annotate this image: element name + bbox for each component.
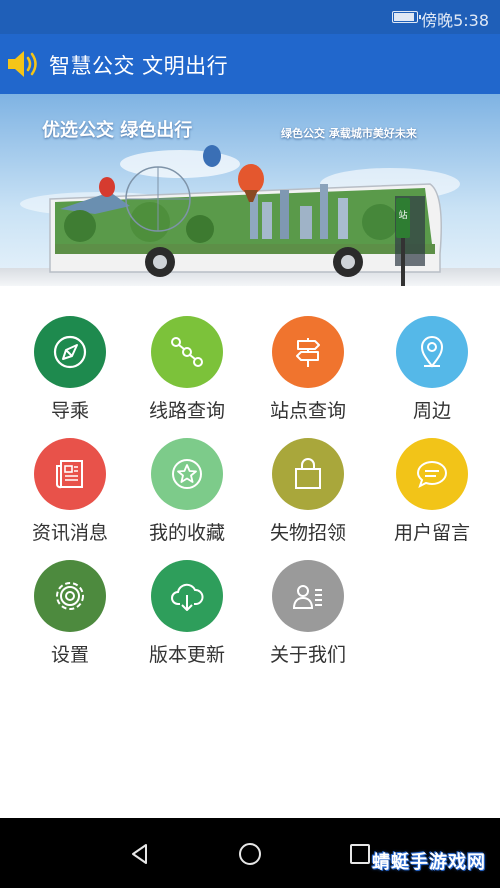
status-bar: 傍晚5:38 <box>0 0 500 34</box>
status-time: 傍晚5:38 <box>421 11 489 30</box>
location-pin-icon <box>396 316 468 388</box>
route-nodes-icon <box>151 316 223 388</box>
menu-label: 设置 <box>50 644 89 666</box>
page-title: 智慧公交 文明出行 <box>49 54 229 78</box>
ferris-wheel <box>125 166 191 232</box>
battery-icon <box>392 11 421 23</box>
menu-item-lost-and-found[interactable]: 失物招领 <box>248 408 368 544</box>
shopping-bag-icon <box>272 438 344 510</box>
star-icon <box>151 438 223 510</box>
menu-item-user-messages[interactable]: 用户留言 <box>372 408 492 544</box>
promo-banner[interactable]: 站 优选公交 绿色出行 绿色公交 承载城市美好未来 <box>0 94 500 286</box>
menu-item-favorites[interactable]: 我的收藏 <box>127 408 247 544</box>
signpost-icon <box>272 316 344 388</box>
menu-item-route-query[interactable]: 线路查询 <box>127 286 247 422</box>
watermark-text: 蜻蜓手游戏网 <box>372 852 486 873</box>
home-circle-icon[interactable] <box>234 838 266 870</box>
menu-item-guide[interactable]: 导乘 <box>10 286 130 422</box>
menu-label: 用户留言 <box>393 522 470 544</box>
menu-label: 版本更新 <box>148 644 225 666</box>
contact-card-icon <box>272 560 344 632</box>
svg-text:站: 站 <box>398 209 407 221</box>
menu-item-stop-query[interactable]: 站点查询 <box>248 286 368 422</box>
menu-item-version-update[interactable]: 版本更新 <box>127 530 247 666</box>
menu-item-news[interactable]: 资讯消息 <box>10 408 130 544</box>
gear-icon <box>34 560 106 632</box>
back-triangle-icon[interactable] <box>124 838 156 870</box>
menu-item-about-us[interactable]: 关于我们 <box>248 530 368 666</box>
banner-headline: 优选公交 绿色出行 <box>42 120 193 141</box>
menu-label: 关于我们 <box>269 644 346 666</box>
chat-bubble-icon <box>396 438 468 510</box>
menu-item-nearby[interactable]: 周边 <box>372 286 492 422</box>
app-header: 智慧公交 文明出行 <box>0 34 500 94</box>
menu-item-settings[interactable]: 设置 <box>10 530 130 666</box>
compass-navigation-icon <box>34 316 106 388</box>
newspaper-icon <box>34 438 106 510</box>
cloud-download-icon <box>151 560 223 632</box>
speaker-icon <box>6 47 44 81</box>
banner-slogan: 绿色公交 承载城市美好未来 <box>281 127 417 140</box>
bus-illustration <box>49 183 442 273</box>
